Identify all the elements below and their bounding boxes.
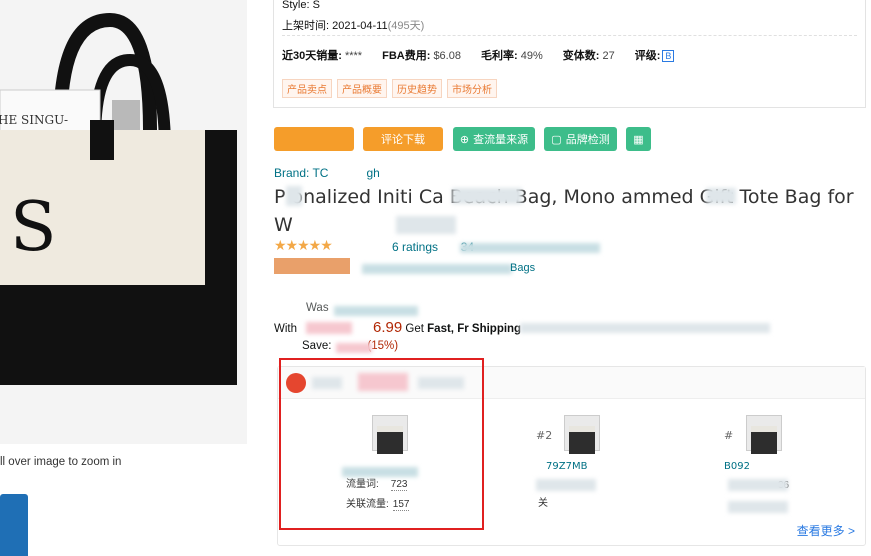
grade-badge: B	[662, 50, 675, 62]
asin-link[interactable]: 79Z7MB	[518, 461, 678, 472]
brand-link[interactable]: Brand: TC gh	[274, 166, 380, 180]
bestseller-badge	[274, 258, 350, 274]
style-line: Style: S	[282, 0, 320, 11]
thumbnail-image[interactable]	[0, 494, 28, 556]
listed-days: (495天)	[387, 20, 425, 32]
get-label: Get	[405, 323, 424, 335]
margin-label: 毛利率:	[480, 50, 518, 62]
ratings-count: 6 ratings	[392, 240, 439, 254]
rank-label: #2	[536, 429, 553, 442]
blur-mask	[334, 306, 418, 316]
rank-label: #	[724, 429, 734, 442]
traffic-source-button[interactable]: ⊕ 查流量来源	[453, 127, 535, 151]
blur-mask	[520, 323, 770, 333]
grade-label: 评级:	[634, 50, 661, 62]
save-label: Save:	[302, 340, 332, 352]
with-label: With	[274, 323, 297, 335]
divider	[282, 35, 857, 36]
blur-mask	[460, 243, 600, 253]
blur-mask	[362, 264, 512, 274]
svg-text:HE SINGU-: HE SINGU-	[0, 113, 68, 127]
blur-mask	[286, 186, 302, 206]
tag-selling-points[interactable]: 产品卖点	[282, 79, 332, 98]
rating-stars[interactable]: ★★★★★	[274, 238, 333, 254]
sales-value: ****	[344, 50, 363, 62]
listed-label: 上架时间:	[282, 20, 330, 32]
see-more-link[interactable]: 查看更多 >	[797, 522, 855, 539]
review-download-button[interactable]: 评论下载	[363, 127, 443, 151]
blur-mask	[336, 343, 372, 353]
variants-value: 27	[602, 50, 615, 62]
blurred-orange-button[interactable]	[274, 127, 354, 151]
variants-label: 变体数:	[562, 50, 600, 62]
calculator-icon: ▦	[633, 133, 644, 146]
blur-mask	[306, 322, 352, 334]
brand-check-button[interactable]: ▢ 品牌检测	[544, 127, 617, 151]
tag-row: 产品卖点 产品概要 历史趋势 市场分析	[282, 79, 497, 98]
traffic-source-label: 查流量来源	[473, 134, 529, 146]
checkbox-icon: ▢	[551, 133, 562, 146]
stats-row: 近30天销量: **** FBA费用: $6.08 毛利率: 49% 变体数: …	[282, 47, 675, 63]
brand-prefix: Brand: TC	[274, 166, 329, 180]
tote-bag-image: HE SINGU- S	[0, 0, 247, 444]
fast-label: Fast,	[427, 323, 454, 335]
asin-link[interactable]: B092	[708, 461, 868, 472]
calculator-button[interactable]: ▦	[626, 127, 651, 151]
blur-mask	[536, 479, 596, 491]
related-product-image	[746, 415, 782, 454]
blur-mask	[728, 479, 788, 491]
related-product-image	[564, 415, 600, 454]
sales-label: 近30天销量:	[282, 50, 342, 62]
highlight-box	[279, 358, 484, 530]
tag-summary[interactable]: 产品概要	[337, 79, 387, 98]
search-icon: ⊕	[459, 133, 470, 146]
blur-mask	[452, 188, 522, 204]
plugin-info-panel: Style: S 上架时间: 2021-04-11(495天) 近30天销量: …	[273, 0, 866, 108]
free-shipping-label: Fr Shipping	[457, 323, 522, 335]
fba-value: $6.08	[433, 50, 461, 62]
listed-date: 2021-04-11	[332, 20, 388, 32]
category-link[interactable]: Bags	[510, 262, 535, 274]
listed-date-row: 上架时间: 2021-04-11(495天)	[282, 17, 424, 33]
brand-check-label: 品牌检测	[565, 134, 610, 146]
product-main-image[interactable]: HE SINGU- S	[0, 0, 247, 444]
review-download-label: 评论下载	[381, 134, 425, 146]
tag-history[interactable]: 历史趋势	[392, 79, 442, 98]
blur-mask	[728, 501, 788, 513]
related-card-2[interactable]: #2 79Z7MB 关	[518, 415, 678, 509]
fba-label: FBA费用:	[382, 50, 431, 62]
blur-mask	[396, 216, 456, 234]
margin-value: 49%	[520, 50, 543, 62]
brand-suffix: gh	[366, 166, 380, 180]
zoom-hint: ll over image to zoom in	[0, 456, 122, 468]
save-percent: (15%)	[367, 340, 399, 352]
product-title: P onalized Initi Ca Beach Bag, Mono amme…	[274, 186, 854, 236]
price-value: 6.99	[373, 319, 403, 336]
metric-traffic: 关	[538, 498, 548, 509]
blur-mask	[706, 188, 736, 204]
was-price: Was	[306, 302, 329, 314]
tag-market[interactable]: 市场分析	[447, 79, 497, 98]
svg-text:S: S	[10, 188, 57, 267]
